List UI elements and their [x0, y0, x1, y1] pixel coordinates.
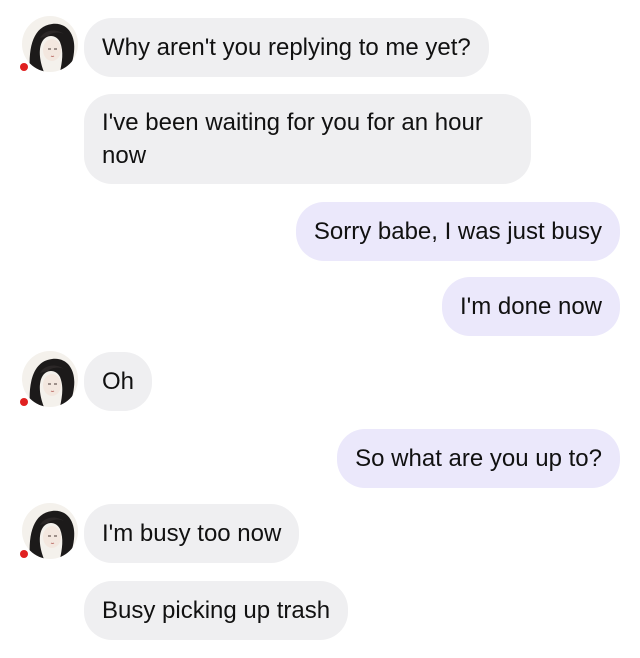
message-bubble-incoming[interactable]: I've been waiting for you for an hour no…: [84, 94, 531, 184]
avatar-icon: [22, 351, 78, 407]
contact-avatar[interactable]: [22, 351, 78, 407]
avatar-icon: [22, 16, 78, 72]
avatar-icon: [22, 503, 78, 559]
contact-avatar[interactable]: [22, 503, 78, 559]
presence-dot: [20, 398, 28, 406]
message-bubble-outgoing[interactable]: I'm done now: [442, 277, 620, 336]
presence-dot: [20, 63, 28, 71]
message-bubble-incoming[interactable]: Busy picking up trash: [84, 581, 349, 640]
message-bubble-incoming[interactable]: I'm busy too now: [84, 504, 300, 563]
presence-dot: [20, 550, 28, 558]
message-bubble-incoming[interactable]: Why aren't you replying to me yet?: [84, 18, 489, 77]
message-bubble-outgoing[interactable]: Sorry babe, I was just busy: [295, 202, 620, 261]
contact-avatar[interactable]: [22, 16, 78, 72]
message-bubble-incoming[interactable]: Oh: [84, 352, 153, 411]
message-bubble-outgoing[interactable]: So what are you up to?: [337, 429, 620, 488]
